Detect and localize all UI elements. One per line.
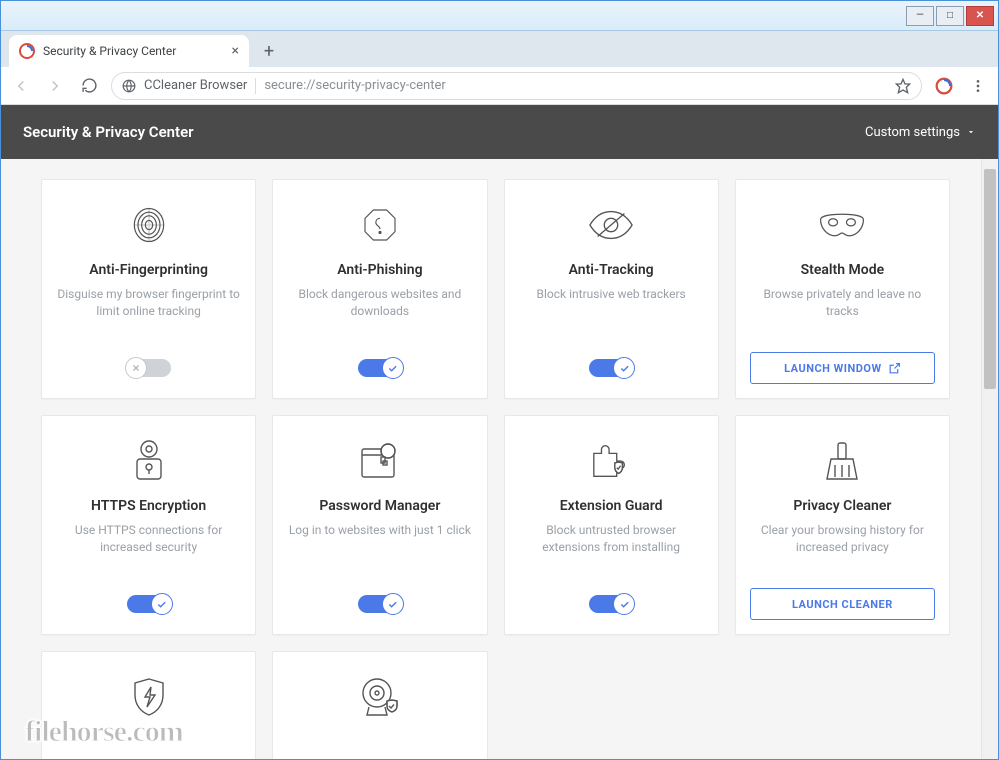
card-action-row: LAUNCH CLEANER xyxy=(750,588,935,620)
webcam-guard-icon xyxy=(359,672,401,722)
tab-title: Security & Privacy Center xyxy=(43,44,176,58)
feature-grid: Anti-Fingerprinting Disguise my browser f… xyxy=(41,179,950,759)
card-description: Block intrusive web trackers xyxy=(537,286,686,342)
minimize-icon: — xyxy=(916,10,924,21)
feature-card: Anti-Phishing Block dangerous websites an… xyxy=(272,179,487,399)
feature-toggle[interactable] xyxy=(127,359,171,377)
button-label: LAUNCH CLEANER xyxy=(792,598,893,611)
card-action-row xyxy=(519,352,704,384)
card-description: Disguise my browser fingerprint to limit… xyxy=(56,286,241,342)
card-title: Anti-Phishing xyxy=(337,262,422,278)
toggle-on-check-icon xyxy=(382,357,404,379)
toggle-on-check-icon xyxy=(613,357,635,379)
feature-card: Privacy Cleaner Clear your browsing histo… xyxy=(735,415,950,635)
cards-scroll-area[interactable]: Anti-Fingerprinting Disguise my browser f… xyxy=(1,159,980,759)
card-description: Use HTTPS connections for increased secu… xyxy=(56,522,241,578)
ccleaner-favicon-icon xyxy=(19,43,35,59)
feature-card xyxy=(41,651,256,759)
toggle-off-x-icon xyxy=(125,357,147,379)
card-description: Clear your browsing history for increase… xyxy=(750,522,935,578)
feature-card xyxy=(272,651,487,759)
feature-card: Stealth Mode Browse privately and leave n… xyxy=(735,179,950,399)
card-description: Block dangerous websites and downloads xyxy=(287,286,472,342)
bookmark-star-icon[interactable] xyxy=(895,78,911,94)
card-action-row xyxy=(519,588,704,620)
card-action-row: LAUNCH WINDOW xyxy=(750,352,935,384)
feature-card: Extension Guard Block untrusted browser e… xyxy=(504,415,719,635)
feature-toggle[interactable] xyxy=(589,359,633,377)
close-icon: ✕ xyxy=(976,10,984,21)
feature-toggle[interactable] xyxy=(589,595,633,613)
address-bar[interactable]: CCleaner Browser secure://security-priva… xyxy=(111,72,922,100)
anti-tracking-icon xyxy=(588,200,634,250)
vertical-scrollbar[interactable] xyxy=(981,159,998,759)
window-titlebar: — □ ✕ xyxy=(1,1,998,31)
open-external-icon xyxy=(888,362,901,375)
kebab-menu-icon[interactable] xyxy=(966,74,990,98)
maximize-icon: □ xyxy=(947,10,953,21)
card-title: Extension Guard xyxy=(560,498,663,514)
minimize-button[interactable]: — xyxy=(906,6,934,26)
card-description: Block untrusted browser extensions from … xyxy=(519,522,704,578)
privacy-cleaner-icon xyxy=(823,436,861,486)
feature-card: HTTPS Encryption Use HTTPS connections fo… xyxy=(41,415,256,635)
reload-button[interactable] xyxy=(77,74,101,98)
url-display: secure://security-privacy-center xyxy=(264,78,445,93)
separator xyxy=(255,78,256,94)
app-window: — □ ✕ Security & Privacy Center × + CCle… xyxy=(0,0,999,760)
feature-toggle[interactable] xyxy=(127,595,171,613)
custom-settings-dropdown[interactable]: Custom settings xyxy=(865,125,976,140)
card-title: Privacy Cleaner xyxy=(793,498,891,514)
fingerprint-icon xyxy=(127,200,171,250)
toggle-on-check-icon xyxy=(151,593,173,615)
feature-card: Password Manager Log in to websites with … xyxy=(272,415,487,635)
close-button[interactable]: ✕ xyxy=(966,6,994,26)
card-action-row xyxy=(287,352,472,384)
card-title: Anti-Fingerprinting xyxy=(89,262,208,278)
plus-icon: + xyxy=(264,41,274,62)
page-title: Security & Privacy Center xyxy=(23,123,194,141)
card-title: Anti-Tracking xyxy=(569,262,654,278)
browser-name: CCleaner Browser xyxy=(144,78,247,93)
flash-shield-icon xyxy=(129,672,169,722)
browser-toolbar: CCleaner Browser secure://security-priva… xyxy=(1,67,998,105)
settings-label: Custom settings xyxy=(865,125,960,140)
extension-guard-icon xyxy=(588,436,634,486)
scroll-thumb[interactable] xyxy=(984,169,996,389)
button-label: LAUNCH WINDOW xyxy=(784,362,882,375)
new-tab-button[interactable]: + xyxy=(255,37,283,65)
tab-strip: Security & Privacy Center × + xyxy=(1,31,998,67)
launch-button[interactable]: LAUNCH CLEANER xyxy=(750,588,935,620)
site-identity-icon[interactable] xyxy=(122,79,136,93)
card-title: Stealth Mode xyxy=(801,262,885,278)
password-manager-icon xyxy=(358,436,402,486)
card-action-row xyxy=(287,588,472,620)
phishing-icon xyxy=(360,200,400,250)
card-title: Password Manager xyxy=(319,498,440,514)
toggle-on-check-icon xyxy=(382,593,404,615)
active-tab[interactable]: Security & Privacy Center × xyxy=(9,35,249,67)
card-action-row xyxy=(56,588,241,620)
card-description: Log in to websites with just 1 click xyxy=(289,522,471,578)
toggle-on-check-icon xyxy=(613,593,635,615)
feature-toggle[interactable] xyxy=(358,595,402,613)
ccleaner-extension-icon[interactable] xyxy=(932,74,956,98)
mask-icon xyxy=(817,200,867,250)
launch-button[interactable]: LAUNCH WINDOW xyxy=(750,352,935,384)
https-lock-icon xyxy=(129,436,169,486)
feature-card: Anti-Fingerprinting Disguise my browser f… xyxy=(41,179,256,399)
card-title: HTTPS Encryption xyxy=(91,498,206,514)
feature-card: Anti-Tracking Block intrusive web tracker… xyxy=(504,179,719,399)
back-button[interactable] xyxy=(9,74,33,98)
maximize-button[interactable]: □ xyxy=(936,6,964,26)
page-banner: Security & Privacy Center Custom setting… xyxy=(1,105,998,159)
chevron-down-icon xyxy=(966,127,976,137)
card-action-row xyxy=(56,352,241,384)
forward-button[interactable] xyxy=(43,74,67,98)
page-content: Security & Privacy Center Custom setting… xyxy=(1,105,998,759)
tab-close-icon[interactable]: × xyxy=(232,43,239,59)
feature-toggle[interactable] xyxy=(358,359,402,377)
card-description: Browse privately and leave no tracks xyxy=(750,286,935,342)
